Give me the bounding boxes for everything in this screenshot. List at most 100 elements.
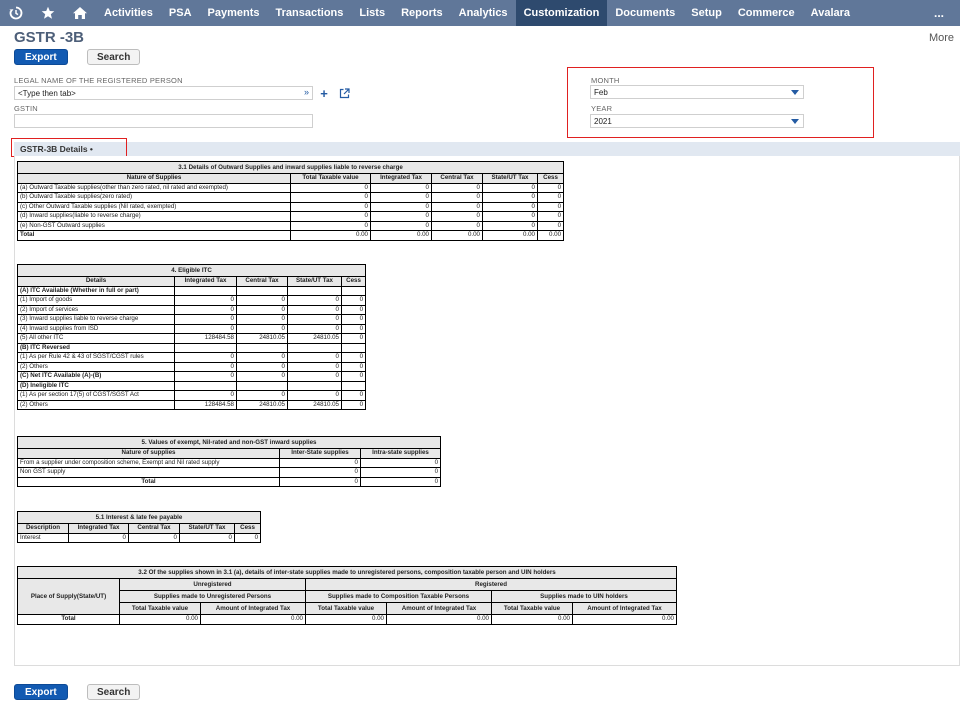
- column-header: Amount of Integrated Tax: [200, 602, 306, 615]
- table-cell: 0: [287, 371, 342, 382]
- table-cell: 0: [431, 192, 483, 203]
- table-row: (1) As per Rule 42 & 43 of SGST/CGST rul…: [17, 352, 367, 363]
- table-cell: 0.00: [290, 230, 371, 241]
- table-cell: 24810.05: [287, 333, 342, 344]
- table-cell: 0: [359, 476, 442, 487]
- table-cell: [236, 285, 288, 296]
- row-label: (c) Other Outward Taxable supplies (Nil …: [17, 201, 291, 212]
- table-cell: 0: [370, 192, 432, 203]
- table-caption: 5. Values of exempt, Nil-rated and non-G…: [16, 436, 442, 449]
- year-value: 2021: [594, 116, 612, 126]
- row-label: (b) Outward Taxable supplies(zero rated): [17, 192, 291, 203]
- table-row: (e) Non-GST Outward supplies 0 0 0 0 0: [17, 220, 565, 231]
- column-header: Amount of Integrated Tax: [572, 602, 677, 615]
- nav-activities[interactable]: Activities: [96, 0, 161, 26]
- table-cell: 0: [236, 390, 288, 401]
- month-select[interactable]: Feb: [590, 85, 804, 99]
- caret-down-icon: [791, 119, 799, 124]
- nav-avalara[interactable]: Avalara: [803, 0, 858, 26]
- row-label: (3) Inward supplies liable to reverse ch…: [17, 314, 175, 325]
- table-row: Total 0.00 0.00 0.00 0.00 0.00 0.00: [17, 614, 677, 625]
- table-cell: 0: [279, 476, 361, 487]
- row-label: (5) All other ITC: [17, 333, 175, 344]
- year-label: YEAR: [591, 104, 613, 113]
- table-cell: [340, 380, 367, 391]
- table-cell: 0: [370, 220, 432, 231]
- nav-reports[interactable]: Reports: [393, 0, 451, 26]
- export-button-bottom[interactable]: Export: [14, 684, 68, 700]
- table-cell: 0: [236, 304, 288, 315]
- table-row: Total 0 0: [17, 476, 442, 487]
- nav-commerce[interactable]: Commerce: [730, 0, 803, 26]
- row-label: (e) Non-GST Outward supplies: [17, 220, 291, 231]
- table-row: (D) Ineligible ITC: [17, 380, 367, 391]
- table-cell: 0: [340, 390, 367, 401]
- home-icon[interactable]: [64, 0, 96, 26]
- column-header: Cess: [233, 523, 262, 534]
- nav-analytics[interactable]: Analytics: [451, 0, 516, 26]
- table-cell: 0: [68, 532, 129, 543]
- caret-down-icon: [791, 90, 799, 95]
- table-cell: 0: [340, 352, 367, 363]
- add-icon[interactable]: +: [318, 86, 330, 101]
- table-cell: 0: [290, 220, 371, 231]
- row-label: (B) ITC Reversed: [17, 342, 175, 353]
- nav-transactions[interactable]: Transactions: [268, 0, 352, 26]
- table-row: From a supplier under composition scheme…: [17, 457, 442, 468]
- table-cell: 0: [431, 211, 483, 222]
- table-cell: 0: [536, 211, 565, 222]
- double-chevron-icon[interactable]: »: [304, 87, 309, 97]
- search-button-bottom[interactable]: Search: [87, 684, 141, 700]
- column-header: Cess: [536, 173, 565, 184]
- nav-lists[interactable]: Lists: [351, 0, 393, 26]
- column-header: Nature of Supplies: [17, 173, 291, 184]
- tab-gstr3b-details[interactable]: GSTR-3B Details •: [20, 144, 93, 154]
- year-select[interactable]: 2021: [590, 114, 804, 128]
- nav-overflow-menu[interactable]: ...: [934, 6, 960, 20]
- table-row: (B) ITC Reversed: [17, 342, 367, 353]
- table-cell: 0: [279, 457, 361, 468]
- column-header: Place of Supply(State/UT): [17, 578, 120, 615]
- table-cell: 0: [290, 211, 371, 222]
- star-icon[interactable]: [32, 0, 64, 26]
- table-cell: 0: [431, 182, 483, 193]
- table-cell: [340, 285, 367, 296]
- gstin-input[interactable]: [14, 114, 313, 128]
- more-menu[interactable]: More: [929, 32, 954, 44]
- table-cell: 0: [287, 323, 342, 334]
- row-label: (A) ITC Available (Whether in full or pa…: [17, 285, 175, 296]
- table-cell: 0: [482, 201, 538, 212]
- export-button[interactable]: Export: [14, 49, 68, 65]
- interest-fee-table: 5.1 Interest & late fee payable Descript…: [16, 511, 262, 543]
- nav-psa[interactable]: PSA: [161, 0, 200, 26]
- legal-name-value: <Type then tab>: [18, 88, 76, 98]
- table-cell: 0: [236, 295, 288, 306]
- table-cell: 0: [279, 467, 361, 478]
- table-cell: 0.00: [536, 230, 565, 241]
- table-cell: 0: [370, 211, 432, 222]
- column-header: Inter-State supplies: [279, 448, 361, 459]
- row-label: (1) As per section 17(5) of CGST/SGST Ac…: [17, 390, 175, 401]
- legal-name-field[interactable]: <Type then tab> »: [14, 86, 313, 100]
- table-cell: 0: [233, 532, 262, 543]
- table-cell: 0: [128, 532, 180, 543]
- column-group-header: Unregistered: [119, 578, 306, 591]
- search-button[interactable]: Search: [87, 49, 141, 65]
- row-label: Interest: [17, 532, 69, 543]
- table-cell: 0: [236, 314, 288, 325]
- nav-setup[interactable]: Setup: [683, 0, 730, 26]
- gstin-label: GSTIN: [14, 104, 38, 113]
- recent-icon[interactable]: [0, 0, 32, 26]
- table-cell: [174, 285, 237, 296]
- open-external-icon[interactable]: [338, 87, 350, 99]
- nav-payments[interactable]: Payments: [200, 0, 268, 26]
- table-row: (2) Others 128484.58 24810.05 24810.05 0: [17, 399, 367, 410]
- nav-documents[interactable]: Documents: [607, 0, 683, 26]
- nav-customization[interactable]: Customization: [515, 0, 608, 26]
- table-cell: [340, 342, 367, 353]
- table-row: Interest 0 0 0 0: [17, 532, 262, 543]
- column-header: Integrated Tax: [174, 276, 237, 287]
- table-cell: [287, 380, 342, 391]
- table-cell: 0: [482, 182, 538, 193]
- table-caption: 3.1 Details of Outward Supplies and inwa…: [16, 161, 565, 174]
